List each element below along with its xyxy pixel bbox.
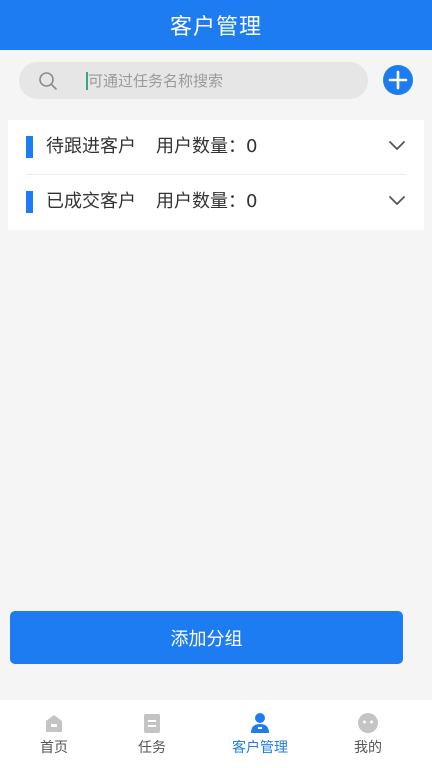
group-user-count: 用户数量：0 <box>156 191 258 212</box>
add-group-button[interactable]: 添加分组 <box>10 611 403 664</box>
group-accent-bar <box>26 136 33 158</box>
tab-home[interactable]: 首页 <box>0 700 108 768</box>
group-accent-bar <box>26 191 33 213</box>
tab-label: 首页 <box>40 740 68 756</box>
home-icon <box>46 715 62 732</box>
search-row: 可通过任务名称搜索 <box>0 50 432 112</box>
chevron-down-icon[interactable] <box>388 139 406 153</box>
page-title: 客户管理 <box>169 15 262 40</box>
plus-icon <box>388 70 408 90</box>
group-name: 待跟进客户 <box>46 136 136 157</box>
tab-label: 客户管理 <box>232 740 288 756</box>
group-item-closed[interactable]: 已成交客户 用户数量：0 <box>8 175 424 230</box>
add-button[interactable] <box>383 65 413 95</box>
tab-label: 任务 <box>138 740 166 756</box>
tab-label: 我的 <box>354 740 382 756</box>
group-name: 已成交客户 <box>46 191 136 212</box>
tab-mine[interactable]: 我的 <box>314 700 422 768</box>
app-header: 客户管理 <box>0 0 432 50</box>
search-icon <box>39 72 57 90</box>
search-placeholder: 可通过任务名称搜索 <box>88 72 224 90</box>
task-icon <box>144 714 160 733</box>
profile-icon <box>358 713 378 733</box>
tab-customer-management[interactable]: 客户管理 <box>206 700 314 768</box>
group-user-count: 用户数量：0 <box>156 136 258 157</box>
group-item-pending[interactable]: 待跟进客户 用户数量：0 <box>8 120 424 175</box>
chevron-down-icon[interactable] <box>388 194 406 208</box>
tab-task[interactable]: 任务 <box>98 700 206 768</box>
bottom-tab-bar: 首页 任务 客户管理 我的 <box>0 700 432 768</box>
user-icon <box>251 713 269 733</box>
group-list: 待跟进客户 用户数量：0 已成交客户 用户数量：0 <box>8 120 424 230</box>
search-input[interactable]: 可通过任务名称搜索 <box>19 62 368 99</box>
